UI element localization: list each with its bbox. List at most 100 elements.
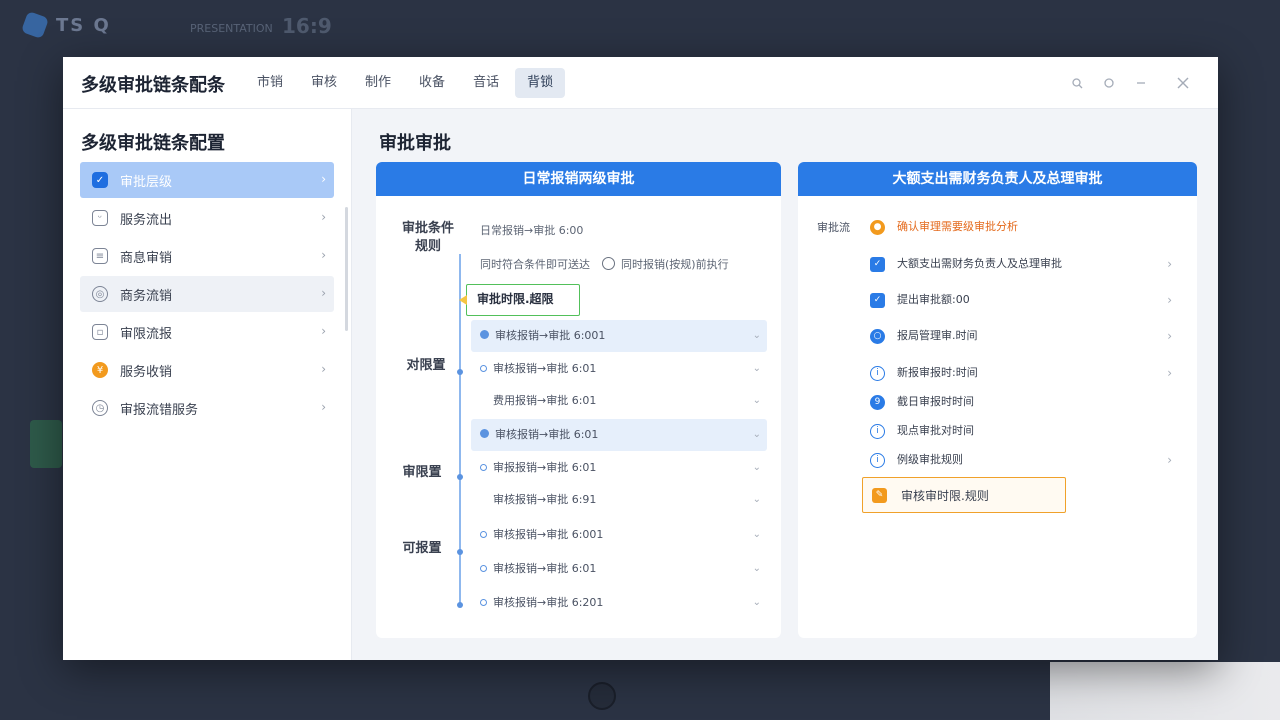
rule-row[interactable]: 9 截日审报时时间 [870, 390, 1180, 414]
sidebar-scrollbar[interactable] [345, 207, 348, 331]
target-icon: ◎ [92, 286, 108, 302]
chevron-right-icon: › [321, 286, 326, 300]
rule-text: 报局管理审.时间 [897, 329, 978, 342]
sidebar-item-business-review[interactable]: ≡ 商息审销 › [80, 238, 334, 274]
backdrop-subtitle: PRESENTATION [190, 22, 273, 35]
menu-item[interactable]: 市销 [245, 68, 295, 98]
daily-approval-panel: 日常报销两级审批 审批条件规则 日常报销→审批 6:00 同时符合条件即可送达同… [376, 162, 781, 638]
approval-row[interactable]: 审核报销→审批 6:001 ⌄ [471, 320, 767, 352]
sidebar-item-report-service[interactable]: ◷ 审报流错服务 › [80, 390, 334, 426]
approval-row[interactable]: 费用报销→审批 6:01 ⌄ [471, 385, 767, 417]
lock-icon: ● [870, 219, 885, 235]
home-button[interactable] [588, 682, 616, 710]
approval-row[interactable]: 审核报销→审批 6:01 ⌄ [471, 553, 767, 585]
sidebar-item-label: 审报流错服务 [120, 402, 199, 418]
menu-item[interactable]: 收备 [407, 68, 457, 98]
sidebar-item-service-income[interactable]: ¥ 服务收销 › [80, 352, 334, 388]
clock-icon: ◷ [92, 400, 108, 416]
chevron-down-icon: ⌄ [752, 494, 761, 505]
radio-button[interactable] [602, 257, 615, 270]
face-box-icon: ᵕ [92, 210, 108, 226]
sidebar-item-business-flow[interactable]: ◎ 商务流销 › [80, 276, 334, 312]
menu-item-active[interactable]: 背锁 [515, 68, 566, 98]
menu-bar: 市销 审核 制作 收备 音话 背锁 [245, 68, 566, 98]
close-icon[interactable] [1173, 73, 1193, 93]
chevron-right-icon: › [1167, 293, 1172, 307]
timeline-dot [457, 474, 463, 480]
row-text: 审核报销→审批 6:91 [493, 493, 597, 506]
menu-item[interactable]: 制作 [353, 68, 403, 98]
rule-row[interactable]: i 例级审批规则 › [870, 448, 1180, 472]
rule-text: 提出审批额:00 [897, 293, 970, 306]
rule-row[interactable]: ○ 报局管理审.时间 › [870, 324, 1180, 348]
approval-row[interactable]: 审核报销→审批 6:91 ⌄ [471, 484, 767, 516]
info-circle-icon: i [870, 423, 885, 439]
backdrop-ratio: 16:9 [282, 14, 332, 38]
warning-row: ● 确认审理需要级审批分析 [870, 215, 1180, 239]
rule-row[interactable]: i 新报审报时:时间 › [870, 361, 1180, 385]
chevron-right-icon: › [321, 400, 326, 414]
group-label: 对限置 [406, 358, 446, 373]
approval-row[interactable]: 审报报销→审批 6:01 ⌄ [471, 452, 767, 484]
menu-item[interactable]: 音话 [461, 68, 511, 98]
sidebar-item-limit-report[interactable]: ▫ 审限流报 › [80, 314, 334, 350]
bullet-icon [480, 464, 487, 471]
rule-text: 截日审报时时间 [897, 395, 974, 408]
rule-row[interactable]: ✓ 大额支出需财务负责人及总理审批 › [870, 252, 1180, 276]
timeout-rule-box[interactable]: ✎ 审核审时限.规则 [862, 477, 1066, 513]
maximize-icon[interactable] [1099, 73, 1119, 93]
row-text: 审核报销→审批 6:201 [493, 596, 604, 609]
sidebar-item-approval-level[interactable]: ✓ 审批层级 › [80, 162, 334, 198]
edit-icon: ✎ [872, 487, 887, 503]
logo-text: TS Q [56, 14, 111, 36]
group-label: 审限置 [402, 465, 442, 480]
menu-item[interactable]: 审核 [299, 68, 349, 98]
approval-row[interactable]: 审核报销→审批 6:201 ⌄ [471, 587, 767, 619]
timeline-dot [457, 369, 463, 375]
chevron-right-icon: › [1167, 329, 1172, 343]
sidebar-title: 多级审批链条配置 [81, 133, 225, 154]
warning-text: 确认审理需要级审批分析 [897, 220, 1018, 233]
money-icon: ¥ [92, 362, 108, 378]
large-expense-panel: 大额支出需财务负责人及总理审批 审批流 ● 确认审理需要级审批分析 ✓ 大额支出… [798, 162, 1197, 638]
sidebar-item-label: 服务收销 [120, 364, 173, 380]
panel-header: 日常报销两级审批 [376, 162, 781, 196]
chevron-down-icon: ⌄ [752, 597, 761, 608]
chevron-right-icon: › [321, 172, 326, 186]
check-icon: ✓ [870, 256, 885, 272]
condition-line: 同时符合条件即可送达 同时报销(按规)前执行 [480, 256, 729, 272]
search-icon[interactable] [1067, 73, 1087, 93]
chevron-down-icon: ⌄ [752, 363, 761, 374]
timeout-tag[interactable]: 审批时限.超限 [466, 284, 580, 316]
row-text: 审核报销→审批 6:01 [493, 362, 597, 375]
rule-row[interactable]: ✓ 提出审批额:00 › [870, 288, 1180, 312]
bullet-icon [480, 429, 489, 438]
condition-text: 同时报销(按规)前执行 [621, 258, 729, 271]
panel-header: 大额支出需财务负责人及总理审批 [798, 162, 1197, 196]
approval-row[interactable]: 审核报销→审批 6:01 ⌄ [471, 419, 767, 451]
minimize-icon[interactable] [1131, 73, 1151, 93]
chevron-right-icon: › [1167, 257, 1172, 271]
chevron-down-icon: ⌄ [752, 529, 761, 540]
rule-row[interactable]: i 现点审批对时间 [870, 419, 1180, 443]
bullet-icon [480, 397, 487, 404]
chevron-right-icon: › [321, 210, 326, 224]
chevron-right-icon: › [321, 248, 326, 262]
check-square-icon: ✓ [92, 172, 108, 188]
sidebar-item-label: 审批层级 [120, 174, 173, 190]
sidebar-item-service-out[interactable]: ᵕ 服务流出 › [80, 200, 334, 236]
info-circle-icon: i [870, 365, 885, 381]
app-title: 多级审批链条配条 [81, 75, 225, 96]
sidebar-item-label: 商息审销 [120, 250, 173, 266]
backdrop-top: TS Q PRESENTATION 16:9 [0, 0, 1280, 56]
bullet-icon [480, 496, 487, 503]
approval-row[interactable]: 审核报销→审批 6:01 ⌄ [471, 353, 767, 385]
chevron-down-icon: ⌄ [752, 395, 761, 406]
blurred-watermark [1050, 662, 1280, 720]
row-text: 审核报销→审批 6:01 [495, 428, 599, 441]
approval-row[interactable]: 审核报销→审批 6:001 ⌄ [471, 519, 767, 551]
rule-text: 例级审批规则 [897, 453, 963, 466]
target-icon: ○ [870, 328, 885, 344]
sidebar-item-label: 审限流报 [120, 326, 173, 342]
bullet-icon [480, 599, 487, 606]
